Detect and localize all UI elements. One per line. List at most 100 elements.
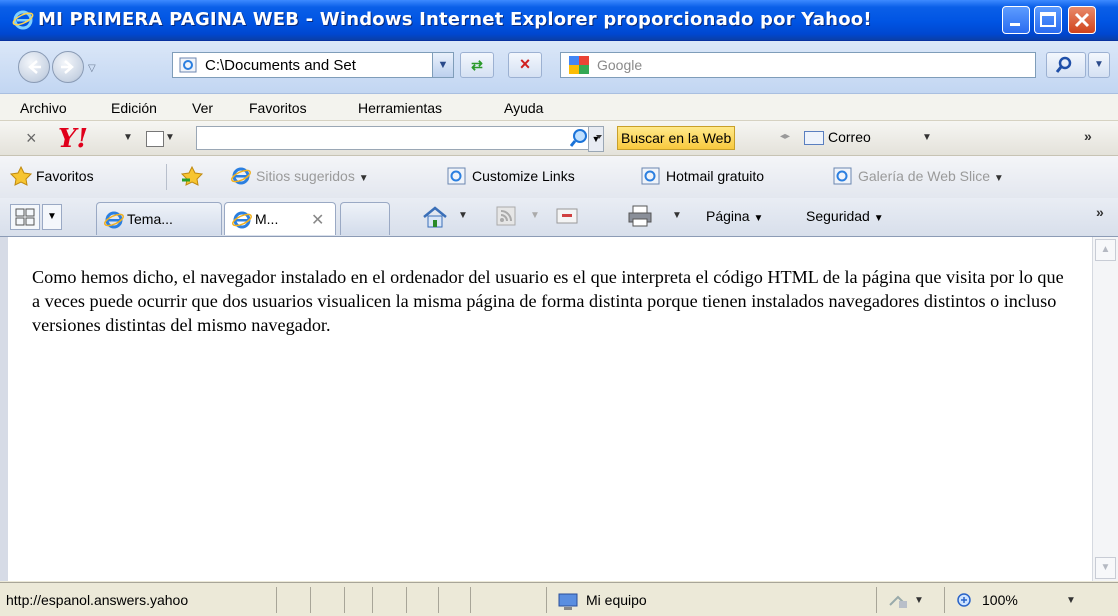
zoom-icon[interactable] <box>956 592 978 610</box>
read-mail-icon[interactable] <box>556 208 578 224</box>
security-menu-button[interactable]: Seguridad ▼ <box>806 208 884 224</box>
search-input[interactable]: Google <box>560 52 1036 78</box>
status-divider <box>876 587 877 613</box>
page-link-icon <box>641 167 660 185</box>
browser-window: MI PRIMERA PAGINA WEB - Windows Internet… <box>0 0 1118 616</box>
favorites-separator <box>166 164 167 190</box>
yahoo-search-input[interactable]: ▼ <box>196 126 604 152</box>
google-icon <box>569 56 589 74</box>
status-divider <box>438 587 439 613</box>
command-overflow-button[interactable]: » <box>1096 204 1104 220</box>
close-button[interactable] <box>1068 6 1096 34</box>
quick-tabs-button[interactable] <box>10 204 40 230</box>
protected-mode-dropdown-icon[interactable]: ▼ <box>914 595 924 606</box>
menu-edicion[interactable]: Edición <box>111 100 157 116</box>
tab-active[interactable]: M... ✕ <box>224 202 336 235</box>
fav-galeria-web-slice[interactable]: Galería de Web Slice ▼ <box>858 168 1004 184</box>
feed-dropdown-icon[interactable]: ▼ <box>530 210 540 221</box>
menu-favoritos[interactable]: Favoritos <box>249 100 307 116</box>
fav-customize-links[interactable]: Customize Links <box>472 168 575 184</box>
address-input[interactable]: C:\Documents and Set ▼ <box>172 52 454 78</box>
window-title: MI PRIMERA PAGINA WEB - Windows Internet… <box>38 9 872 30</box>
title-bar[interactable]: MI PRIMERA PAGINA WEB - Windows Internet… <box>0 0 1118 41</box>
search-options-dropdown[interactable]: ▼ <box>1088 52 1110 78</box>
minimize-button[interactable] <box>1002 6 1030 34</box>
magnifier-icon[interactable] <box>570 127 610 149</box>
security-zone: Mi equipo <box>586 592 647 608</box>
correo-dropdown-icon[interactable]: ▼ <box>922 132 932 143</box>
page-menu-label: Página <box>706 208 750 224</box>
recent-pages-dropdown-icon[interactable]: ▽ <box>88 63 96 74</box>
ie-logo-icon <box>12 10 34 30</box>
fav-sitios-sugeridos[interactable]: Sitios sugeridos ▼ <box>256 168 369 184</box>
add-favorite-icon[interactable] <box>180 166 204 186</box>
tab-row: ▼ Tema... M... ✕ ▼ ▼ ▼ Página ▼ Segurida… <box>0 198 1118 237</box>
forward-arrow-icon <box>61 60 74 74</box>
buscar-web-button[interactable]: Buscar en la Web <box>617 126 736 150</box>
maximize-icon <box>1040 12 1056 27</box>
home-icon[interactable] <box>420 204 450 230</box>
favorites-star-icon <box>10 166 32 186</box>
protected-mode-icon[interactable] <box>888 593 910 609</box>
toolbar-arrows-icon: ◂▸ <box>780 131 791 142</box>
quick-tabs-icon <box>15 208 35 226</box>
vertical-scrollbar[interactable]: ▲ ▼ <box>1092 237 1118 581</box>
correo-button[interactable]: Correo <box>828 129 871 145</box>
tab-tema[interactable]: Tema... <box>96 202 222 235</box>
fav-hotmail-gratuito[interactable]: Hotmail gratuito <box>666 168 764 184</box>
refresh-icon: ⇄ <box>471 57 483 73</box>
scroll-down-icon[interactable]: ▼ <box>1095 557 1116 579</box>
tab-label: M... <box>255 211 279 227</box>
tab-close-icon[interactable]: ✕ <box>311 210 324 230</box>
status-divider <box>546 587 547 613</box>
page-menu-button[interactable]: Página ▼ <box>706 208 763 224</box>
menu-ver[interactable]: Ver <box>192 100 213 116</box>
favorites-button[interactable]: Favoritos <box>36 168 94 184</box>
chevron-down-icon: ▼ <box>47 211 57 222</box>
status-url: http://espanol.answers.yahoo <box>6 592 189 608</box>
forward-button[interactable] <box>52 51 84 83</box>
back-button[interactable] <box>18 51 50 83</box>
scroll-up-icon[interactable]: ▲ <box>1095 239 1116 261</box>
zoom-level[interactable]: 100% <box>982 592 1018 608</box>
chevron-down-icon: ▼ <box>358 173 369 184</box>
tab-list-dropdown[interactable]: ▼ <box>42 204 62 230</box>
page-content: Como hemos dicho, el navegador instalado… <box>8 237 1092 581</box>
zoom-dropdown-icon[interactable]: ▼ <box>1066 595 1076 606</box>
favorites-bar: Favoritos Sitios sugeridos ▼ Customize L… <box>0 156 1118 198</box>
toolbar-close-icon[interactable]: × <box>26 128 37 149</box>
print-dropdown-icon[interactable]: ▼ <box>672 210 682 221</box>
search-button[interactable] <box>1046 52 1086 78</box>
search-placeholder: Google <box>597 57 643 73</box>
print-icon[interactable] <box>626 204 654 228</box>
rss-feed-icon[interactable] <box>496 206 516 226</box>
fav-galeria-web-slice-label: Galería de Web Slice <box>858 168 991 184</box>
new-tab-button[interactable] <box>340 202 390 235</box>
yahoo-menu-dropdown-icon[interactable]: ▼ <box>123 132 133 143</box>
fav-sitios-sugeridos-label: Sitios sugeridos <box>256 168 355 184</box>
yahoo-logo[interactable]: Y! <box>58 124 88 154</box>
address-row: ▽ C:\Documents and Set ▼ ⇄ × Google ▼ <box>0 41 1118 94</box>
address-dropdown-icon[interactable]: ▼ <box>432 53 453 77</box>
menu-archivo[interactable]: Archivo <box>20 100 67 116</box>
menu-bar: Archivo Edición Ver Favoritos Herramient… <box>0 94 1118 121</box>
ie-icon <box>104 211 124 229</box>
chevron-down-icon: ▼ <box>1094 59 1104 70</box>
home-dropdown-icon[interactable]: ▼ <box>458 210 468 221</box>
chevron-down-icon: ▼ <box>873 213 884 224</box>
menu-herramientas[interactable]: Herramientas <box>358 100 442 116</box>
menu-ayuda[interactable]: Ayuda <box>504 100 543 116</box>
toolbar-overflow-button[interactable]: » <box>1084 128 1092 144</box>
back-arrow-icon <box>28 60 41 74</box>
maximize-button[interactable] <box>1034 6 1062 34</box>
refresh-button[interactable]: ⇄ <box>460 52 494 78</box>
pencil-icon[interactable] <box>146 131 164 147</box>
content-paragraph: Como hemos dicho, el navegador instalado… <box>32 267 1064 335</box>
stop-button[interactable]: × <box>508 52 542 78</box>
pencil-dropdown-icon[interactable]: ▼ <box>165 132 175 143</box>
stop-icon: × <box>519 54 531 74</box>
page-icon <box>179 57 197 73</box>
my-computer-icon <box>558 593 578 610</box>
ie-icon <box>232 211 252 229</box>
page-link-icon <box>447 167 466 185</box>
